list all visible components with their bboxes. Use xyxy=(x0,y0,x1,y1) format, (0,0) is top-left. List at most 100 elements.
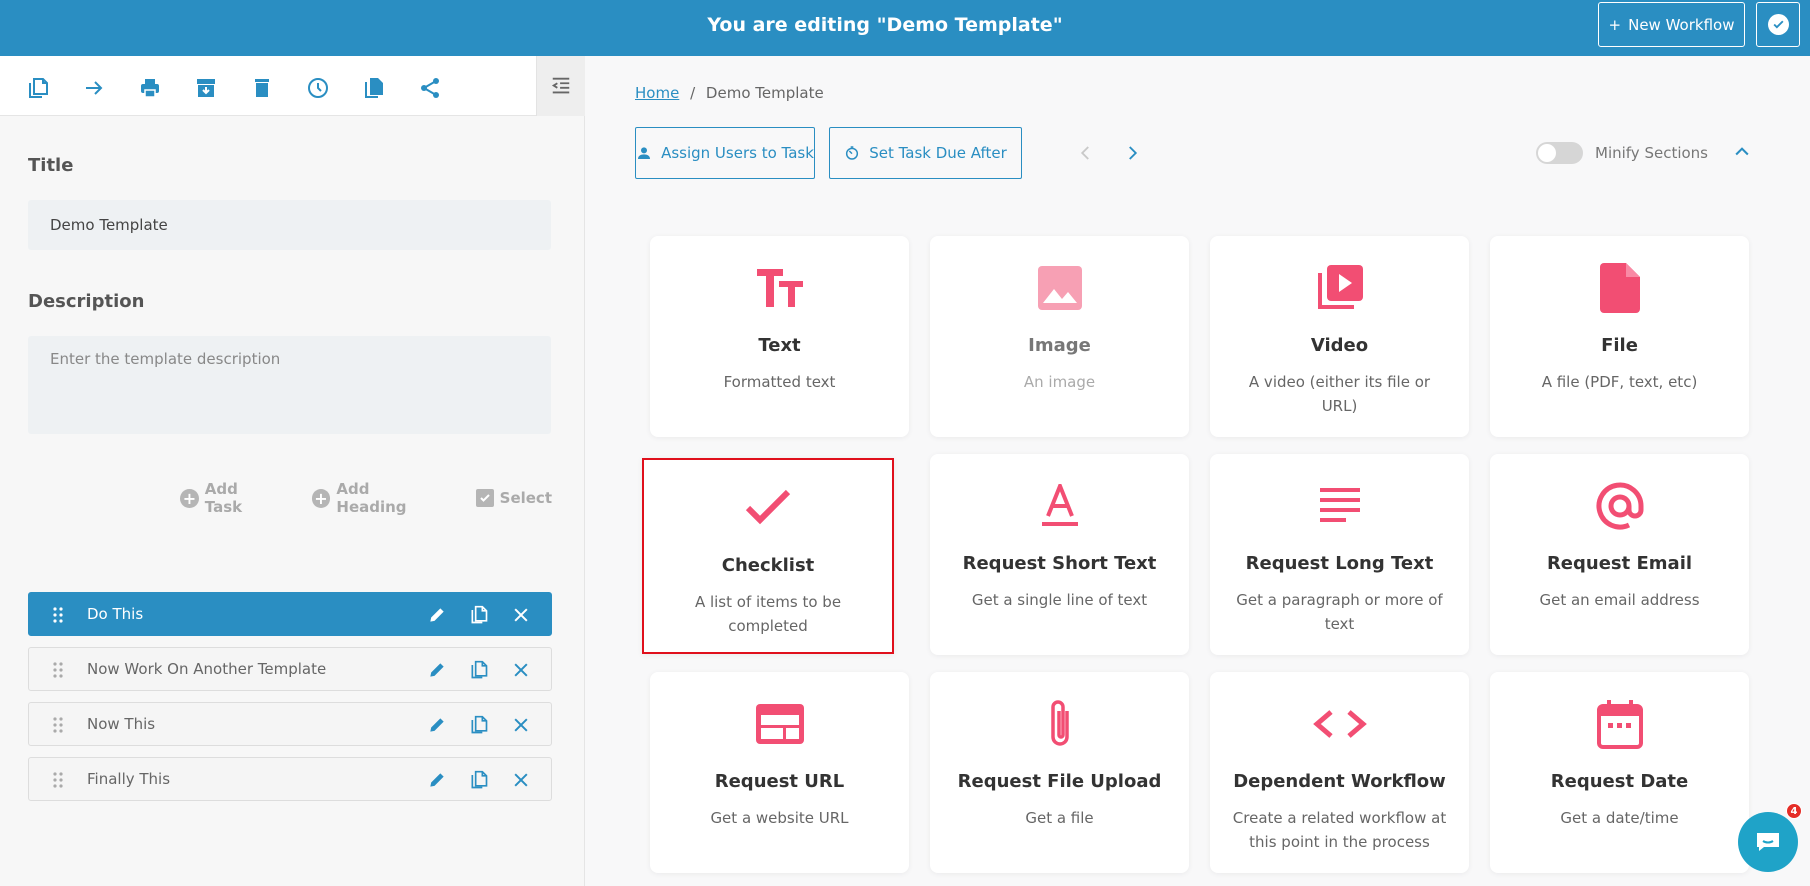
field-type-card-checklist[interactable]: Checklist A list of items to be completed xyxy=(642,458,894,654)
copy-icon[interactable] xyxy=(26,76,50,100)
breadcrumb: Home / Demo Template xyxy=(635,84,824,102)
breadcrumb-home-link[interactable]: Home xyxy=(635,84,679,102)
card-description: Get a paragraph or more of text xyxy=(1236,591,1443,633)
web-icon xyxy=(650,699,909,749)
close-icon[interactable] xyxy=(511,605,531,625)
drag-handle-icon[interactable] xyxy=(53,717,63,733)
task-name: Now This xyxy=(87,715,156,733)
card-title: File xyxy=(1601,335,1638,356)
description-label: Description xyxy=(28,291,145,312)
card-description: An image xyxy=(1023,373,1096,391)
edit-icon[interactable] xyxy=(427,605,447,625)
add-heading-button[interactable]: + Add Heading xyxy=(311,480,444,516)
clock-icon[interactable] xyxy=(306,76,330,100)
field-type-card-request-file-upload[interactable]: Request File Upload Get a file xyxy=(930,672,1189,873)
task-row[interactable]: Now Work On Another Template xyxy=(28,647,552,691)
code-icon xyxy=(1210,699,1469,749)
card-description: A list of items to be completed xyxy=(694,593,842,635)
field-type-card-request-email[interactable]: Request Email Get an email address xyxy=(1490,454,1749,655)
add-circle-icon: + xyxy=(311,488,331,508)
drag-handle-icon[interactable] xyxy=(53,607,63,623)
collapse-panel-button[interactable] xyxy=(536,56,585,116)
field-type-card-request-date[interactable]: Request Date Get a date/time xyxy=(1490,672,1749,873)
text-format-icon xyxy=(650,263,909,313)
short-text-icon xyxy=(930,481,1189,531)
card-description: Get a single line of text xyxy=(971,591,1148,609)
toggle-knob xyxy=(1538,144,1556,162)
field-type-card-request-url[interactable]: Request URL Get a website URL xyxy=(650,672,909,873)
template-toolbar xyxy=(0,56,585,116)
archive-icon[interactable] xyxy=(194,76,218,100)
image-icon xyxy=(930,263,1189,313)
card-title: Checklist xyxy=(721,555,815,576)
card-title: Image xyxy=(1028,335,1091,356)
field-type-card-request-long-text[interactable]: Request Long Text Get a paragraph or more… xyxy=(1210,454,1469,655)
task-row[interactable]: Now This xyxy=(28,702,552,746)
minify-sections-label: Minify Sections xyxy=(1595,144,1708,162)
select-label: Select xyxy=(499,489,552,507)
person-icon xyxy=(638,147,651,159)
field-type-card-file[interactable]: File A file (PDF, text, etc) xyxy=(1490,236,1749,437)
title-field[interactable]: Demo Template xyxy=(28,200,551,250)
field-type-card-request-short-text[interactable]: Request Short Text Get a single line of t… xyxy=(930,454,1189,655)
card-title: Request Long Text xyxy=(1245,553,1434,574)
close-icon[interactable] xyxy=(511,660,531,680)
field-type-card-image[interactable]: Image An image xyxy=(930,236,1189,437)
add-circle-icon: + xyxy=(180,488,199,508)
edit-icon[interactable] xyxy=(427,660,447,680)
trash-icon[interactable] xyxy=(250,76,274,100)
edit-icon[interactable] xyxy=(427,770,447,790)
plus-icon: + xyxy=(1608,15,1622,34)
duplicate-icon[interactable] xyxy=(362,76,386,100)
new-workflow-button[interactable]: + New Workflow xyxy=(1598,2,1745,47)
share-icon[interactable] xyxy=(418,76,442,100)
chat-button[interactable] xyxy=(1738,812,1798,872)
edit-icon[interactable] xyxy=(427,715,447,735)
field-type-card-dependent-workflow[interactable]: Dependent Workflow Create a related workf… xyxy=(1210,672,1469,873)
task-row[interactable]: Do This xyxy=(28,592,552,636)
close-icon[interactable] xyxy=(511,715,531,735)
copy-icon[interactable] xyxy=(469,660,489,680)
card-description: Get an email address xyxy=(1539,591,1700,609)
add-task-label: Add Task xyxy=(204,480,243,516)
field-type-card-video[interactable]: Video A video (either its file or URL) xyxy=(1210,236,1469,437)
arrow-right-icon[interactable] xyxy=(82,76,106,100)
breadcrumb-separator: / xyxy=(690,84,696,102)
card-title: Request File Upload xyxy=(957,771,1162,792)
add-task-button[interactable]: + Add Task xyxy=(180,480,280,516)
copy-icon[interactable] xyxy=(469,770,489,790)
timer-icon xyxy=(846,146,859,160)
previous-task-icon[interactable] xyxy=(1077,144,1095,162)
field-type-card-text[interactable]: Text Formatted text xyxy=(650,236,909,437)
calendar-icon xyxy=(1490,699,1749,749)
paperclip-icon xyxy=(930,699,1189,749)
copy-icon[interactable] xyxy=(469,605,489,625)
add-heading-label: Add Heading xyxy=(336,480,407,516)
assign-users-label: Assign Users to Task xyxy=(661,144,814,162)
title-label: Title xyxy=(28,155,74,176)
copy-icon[interactable] xyxy=(469,715,489,735)
select-button[interactable]: Select xyxy=(475,489,552,507)
chat-notification-badge: 4 xyxy=(1786,803,1802,819)
card-description: Get a website URL xyxy=(710,809,849,827)
drag-handle-icon[interactable] xyxy=(53,662,63,678)
minify-sections-toggle[interactable] xyxy=(1536,142,1583,164)
task-name: Do This xyxy=(87,605,144,623)
assign-users-button[interactable]: Assign Users to Task xyxy=(635,127,815,179)
finish-editing-button[interactable] xyxy=(1756,2,1800,47)
card-description: A file (PDF, text, etc) xyxy=(1541,373,1698,391)
chevron-up-icon[interactable] xyxy=(1732,142,1752,162)
drag-handle-icon[interactable] xyxy=(53,772,63,788)
card-title: Dependent Workflow xyxy=(1233,771,1446,792)
print-icon[interactable] xyxy=(138,76,162,100)
next-task-icon[interactable] xyxy=(1123,144,1141,162)
check-circle-icon xyxy=(1767,14,1789,35)
task-name: Now Work On Another Template xyxy=(87,660,327,678)
card-description: Create a related workflow at this point … xyxy=(1232,809,1447,851)
card-title: Request Short Text xyxy=(962,553,1157,574)
description-field[interactable]: Enter the template description xyxy=(28,336,551,434)
task-row[interactable]: Finally This xyxy=(28,757,552,801)
at-sign-icon xyxy=(1490,481,1749,531)
set-task-due-button[interactable]: Set Task Due After xyxy=(829,127,1022,179)
close-icon[interactable] xyxy=(511,770,531,790)
